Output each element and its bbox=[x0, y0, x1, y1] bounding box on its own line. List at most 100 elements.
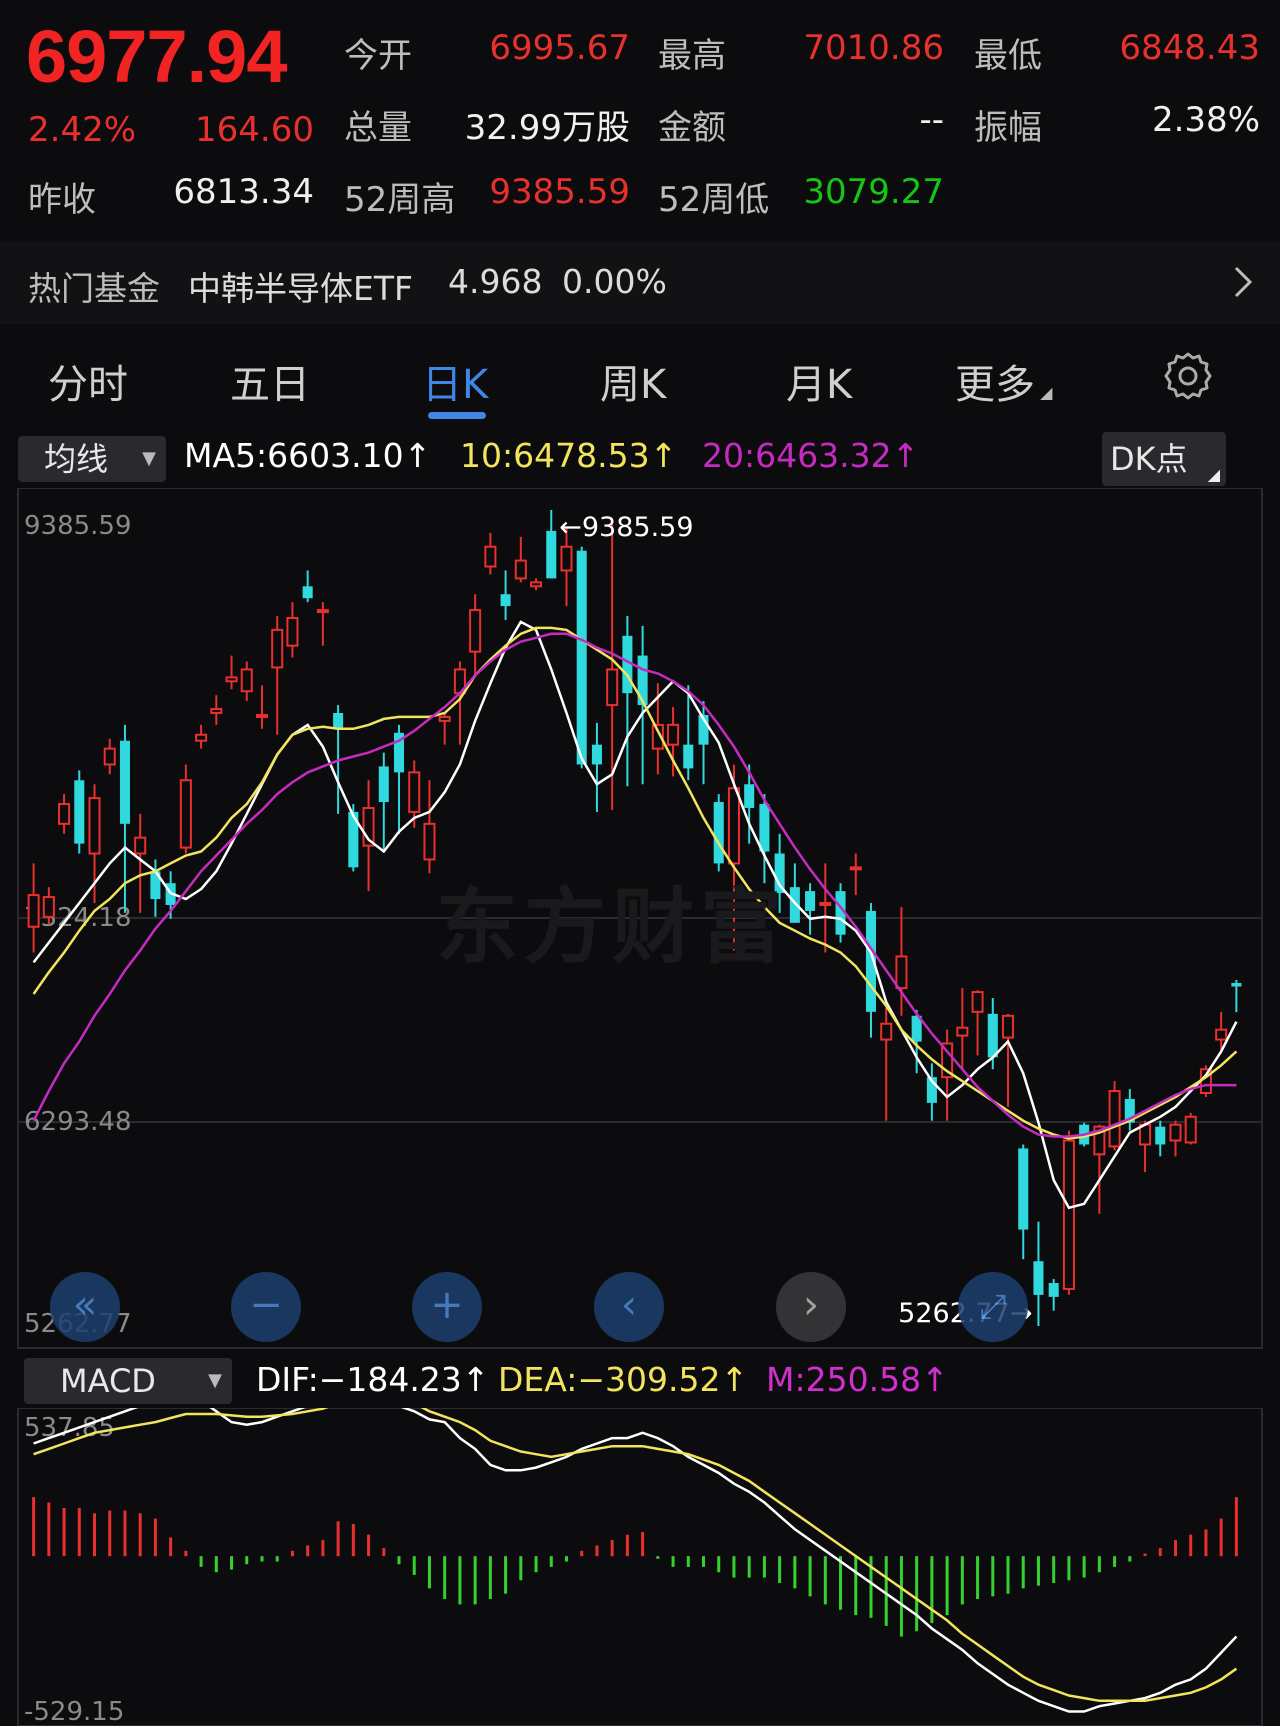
open-label: 今开 bbox=[344, 36, 412, 76]
candle-body-up bbox=[727, 787, 740, 865]
week52-low-value: 3079.27 bbox=[803, 172, 944, 212]
y-tick-label: 6293.48 bbox=[24, 1107, 132, 1137]
y-tick-label: 9385.59 bbox=[24, 511, 132, 541]
zoom-out-button[interactable]: − bbox=[231, 1272, 301, 1342]
candle-body-up bbox=[438, 715, 451, 722]
candle-body-up bbox=[195, 733, 208, 742]
macd-indicator-row: MACD ▼ DIF:−184.23↑ DEA:−309.52↑ M:250.5… bbox=[0, 1356, 1280, 1406]
amount-label: 金额 bbox=[658, 108, 726, 148]
candle-body-up bbox=[667, 723, 680, 746]
scroll-left-button[interactable]: ‹ bbox=[594, 1272, 664, 1342]
scroll-right-button[interactable]: › bbox=[776, 1272, 846, 1342]
candle-body-down bbox=[1231, 983, 1242, 987]
plus-icon: + bbox=[430, 1282, 464, 1328]
candle-body-down bbox=[713, 802, 724, 864]
dropdown-icon: ▼ bbox=[142, 448, 156, 469]
active-tab-indicator bbox=[428, 412, 486, 419]
tab-five-day[interactable]: 五日 bbox=[230, 352, 310, 410]
amount-value: -- bbox=[919, 100, 944, 140]
candle-body-up bbox=[408, 771, 421, 813]
open-value: 6995.67 bbox=[489, 28, 630, 68]
scroll-start-button[interactable]: « bbox=[50, 1272, 120, 1342]
watermark-logo: 东方财富 bbox=[436, 880, 789, 975]
gear-icon[interactable] bbox=[1162, 350, 1214, 406]
m-value: M:250.58↑ bbox=[766, 1360, 949, 1399]
ma5-value: MA5:6603.10↑ bbox=[184, 436, 432, 475]
fullscreen-button[interactable]: ⤢ bbox=[958, 1272, 1028, 1342]
candle-body-down bbox=[987, 1013, 998, 1058]
hot-fund-bar[interactable]: 热门基金 中韩半导体ETF 4.968 0.00% bbox=[0, 242, 1280, 324]
candle-body-down bbox=[759, 804, 770, 852]
high-label: 最高 bbox=[658, 36, 726, 76]
candle-body-up bbox=[469, 609, 482, 653]
macd-selector-label: MACD bbox=[60, 1362, 156, 1400]
prev-close-value: 6813.34 bbox=[173, 172, 314, 212]
candle-body-down bbox=[1155, 1126, 1166, 1145]
low-label: 最低 bbox=[974, 36, 1042, 76]
hot-fund-name: 中韩半导体ETF bbox=[188, 269, 413, 308]
tab-daily-k[interactable]: 日K bbox=[422, 352, 488, 410]
candle-body-down bbox=[683, 744, 694, 769]
ma-selector-label: 均线 bbox=[44, 440, 109, 478]
macd-y-tick-bottom: -529.15 bbox=[24, 1697, 124, 1726]
change-pct: 2.42% bbox=[28, 110, 137, 150]
high-value: 7010.86 bbox=[803, 28, 944, 68]
tab-weekly-k[interactable]: 周K bbox=[600, 352, 666, 410]
candle-body-up bbox=[134, 836, 147, 855]
candle-body-up bbox=[895, 955, 908, 990]
ma-indicator-row: 均线 ▼ MA5:6603.10↑ 10:6478.53↑ 20:6463.32… bbox=[0, 432, 1280, 486]
dropdown-icon: ▼ bbox=[208, 1370, 222, 1391]
candle-body-up bbox=[880, 1022, 893, 1041]
candle-body-up bbox=[179, 779, 192, 849]
candle-body-up bbox=[210, 708, 223, 714]
dif-value: DIF:−184.23↑ bbox=[256, 1360, 490, 1399]
candle-body-up bbox=[971, 991, 984, 1013]
volume-label: 总量 bbox=[344, 108, 412, 148]
tab-more-label: 更多 bbox=[955, 362, 1035, 408]
candle-body-up bbox=[1199, 1068, 1212, 1094]
macd-chart[interactable]: 537.85 -529.15 bbox=[0, 1408, 1280, 1726]
volume-value: 32.99万股 bbox=[464, 108, 630, 148]
candle-body-down bbox=[119, 740, 130, 824]
low-value: 6848.43 bbox=[1119, 28, 1260, 68]
expand-icon: ⤢ bbox=[979, 1287, 1007, 1327]
candle-body-down bbox=[744, 784, 755, 808]
candle-body-up bbox=[271, 628, 284, 669]
week52-high-value: 9385.59 bbox=[489, 172, 630, 212]
candle-body-up bbox=[1108, 1090, 1121, 1148]
chevron-right-icon bbox=[1232, 264, 1254, 309]
amplitude-value: 2.38% bbox=[1151, 100, 1260, 140]
week52-low-label: 52周低 bbox=[658, 180, 770, 220]
tab-monthly-k[interactable]: 月K bbox=[786, 352, 852, 410]
candle-body-down bbox=[378, 766, 389, 803]
candle-body-up bbox=[1001, 1014, 1015, 1039]
candle-body-up bbox=[103, 747, 116, 766]
candle-body-up bbox=[849, 866, 862, 871]
hot-fund-price: 4.968 bbox=[448, 262, 543, 301]
candle-body-down bbox=[333, 712, 344, 729]
ma10-value: 10:6478.53↑ bbox=[460, 436, 678, 475]
candle-body-up bbox=[1215, 1028, 1228, 1041]
candle-body-down bbox=[576, 550, 587, 765]
candle-body-down bbox=[805, 891, 816, 911]
dea-value: DEA:−309.52↑ bbox=[498, 1360, 749, 1399]
dk-point-button[interactable]: DK点 ◢ bbox=[1102, 432, 1226, 486]
candle-body-up bbox=[255, 713, 269, 718]
high-annotation: ←9385.59 bbox=[559, 512, 693, 543]
tab-more[interactable]: 更多 ◢ bbox=[955, 352, 1052, 410]
ma-selector[interactable]: 均线 ▼ bbox=[18, 436, 166, 482]
tab-intraday[interactable]: 分时 bbox=[48, 352, 128, 410]
candle-body-up bbox=[316, 609, 329, 614]
candle-body-up bbox=[286, 616, 299, 647]
candle-body-up bbox=[42, 896, 55, 918]
chevron-right-small-icon: › bbox=[803, 1282, 819, 1328]
ma20-value: 20:6463.32↑ bbox=[702, 436, 920, 475]
macd-frame bbox=[17, 1408, 1263, 1726]
candle-body-up bbox=[484, 545, 497, 568]
candle-body-up bbox=[1184, 1115, 1197, 1144]
macd-selector[interactable]: MACD ▼ bbox=[24, 1358, 232, 1404]
dk-point-label: DK点 bbox=[1110, 440, 1188, 478]
candle-body-down bbox=[546, 530, 557, 579]
candle-body-down bbox=[500, 594, 511, 607]
zoom-in-button[interactable]: + bbox=[412, 1272, 482, 1342]
